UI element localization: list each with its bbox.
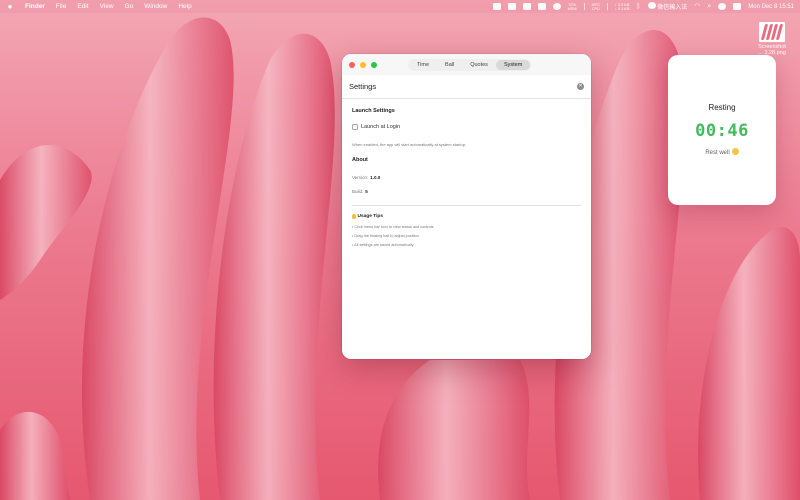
ball-timer: 00:46 bbox=[695, 121, 749, 141]
launch-at-login-checkbox[interactable] bbox=[352, 124, 358, 130]
usage-tips-title: Usage Tips bbox=[357, 214, 384, 219]
build-value: 5 bbox=[365, 189, 368, 194]
ball-note-text: Rest well bbox=[705, 150, 730, 156]
settings-window: Time Ball Quotes System Settings ✕ Launc… bbox=[342, 54, 591, 359]
wifi-icon[interactable]: ◠ bbox=[694, 3, 700, 10]
status-app-icon[interactable] bbox=[507, 3, 516, 10]
tab-ball[interactable]: Ball bbox=[437, 60, 462, 70]
about-heading: About bbox=[352, 157, 368, 163]
page-title: Settings bbox=[349, 82, 377, 91]
cpu-stat[interactable]: 49°C CPU bbox=[592, 3, 600, 11]
input-method-label: 微信输入法 bbox=[657, 5, 688, 11]
spotlight-search-icon[interactable]: ⌕ bbox=[707, 3, 711, 10]
input-method-indicator[interactable]: 微信输入法 bbox=[647, 2, 688, 11]
menu-app-name[interactable]: Finder bbox=[25, 3, 45, 10]
divider bbox=[352, 205, 581, 206]
status-app-icon[interactable] bbox=[552, 3, 561, 10]
menu-edit[interactable]: Edit bbox=[77, 3, 88, 10]
desktop-file-screenshot[interactable]: Screenshot ... 3.28.png bbox=[752, 22, 792, 56]
window-titlebar[interactable]: Time Ball Quotes System bbox=[342, 54, 591, 75]
menu-file[interactable]: File bbox=[56, 3, 66, 10]
launch-at-login-label[interactable]: Launch at Login bbox=[361, 124, 400, 130]
close-settings-button[interactable]: ✕ bbox=[577, 83, 584, 90]
launch-at-login-row[interactable]: Launch at Login bbox=[352, 124, 400, 130]
download-value: ↓ 5.1 KB bbox=[615, 6, 630, 11]
separator bbox=[583, 3, 585, 10]
version-value: 1.0.0 bbox=[370, 175, 381, 180]
screenshot-thumbnail-icon bbox=[759, 22, 785, 42]
menu-clock[interactable]: Mon Dec 8 15:51 bbox=[748, 4, 794, 10]
menu-help[interactable]: Help bbox=[178, 3, 191, 10]
lightbulb-icon bbox=[352, 214, 356, 219]
launch-settings-heading: Launch Settings bbox=[352, 108, 395, 114]
minimize-window-button[interactable] bbox=[360, 62, 366, 68]
tab-quotes[interactable]: Quotes bbox=[462, 60, 496, 70]
tip-item: • Click menu bar icon to view status and… bbox=[352, 225, 434, 229]
menu-go[interactable]: Go bbox=[125, 3, 134, 10]
tab-time[interactable]: Time bbox=[409, 60, 437, 70]
status-app-icon[interactable] bbox=[492, 3, 501, 10]
floating-ball-card[interactable]: Resting 00:46 Rest well bbox=[668, 55, 776, 205]
user-icon[interactable] bbox=[718, 3, 727, 10]
build-label: Build: bbox=[352, 189, 364, 194]
tip-item: • Drag the floating ball to adjust posit… bbox=[352, 234, 419, 238]
zoom-window-button[interactable] bbox=[371, 62, 377, 68]
memory-stat[interactable]: 72% MEM bbox=[568, 3, 577, 11]
bluetooth-icon[interactable]: ᛒ bbox=[636, 3, 640, 10]
ball-status: Resting bbox=[708, 103, 736, 112]
smile-emoji-icon bbox=[731, 148, 739, 155]
menu-view[interactable]: View bbox=[100, 3, 114, 10]
tab-system[interactable]: System bbox=[495, 60, 531, 70]
settings-header: Settings ✕ bbox=[342, 75, 591, 99]
control-center-icon[interactable] bbox=[733, 3, 742, 10]
tip-item: • All settings are saved automatically bbox=[352, 243, 414, 247]
ball-note: Rest well bbox=[668, 148, 776, 156]
separator bbox=[607, 3, 609, 10]
close-window-button[interactable] bbox=[349, 62, 355, 68]
status-app-icon[interactable] bbox=[522, 3, 531, 10]
menu-window[interactable]: Window bbox=[144, 3, 167, 10]
input-method-icon bbox=[647, 2, 656, 9]
launch-hint-text: When enabled, the app will start automat… bbox=[352, 142, 467, 147]
tab-bar: Time Ball Quotes System bbox=[408, 59, 532, 71]
version-label: Version: bbox=[352, 175, 369, 180]
menu-bar: ● Finder File Edit View Go Window Help 7… bbox=[0, 0, 800, 13]
version-row: Version: 1.0.0 bbox=[352, 175, 380, 180]
memory-label: MEM bbox=[567, 6, 577, 11]
build-row: Build: 5 bbox=[352, 189, 368, 194]
status-app-icon[interactable] bbox=[537, 3, 546, 10]
usage-tips-heading: Usage Tips bbox=[352, 214, 383, 219]
cpu-label: CPU bbox=[591, 6, 600, 11]
network-stat[interactable]: ↑ 2.9 KB ↓ 5.1 KB bbox=[615, 3, 629, 11]
apple-menu-icon[interactable]: ● bbox=[6, 2, 14, 11]
